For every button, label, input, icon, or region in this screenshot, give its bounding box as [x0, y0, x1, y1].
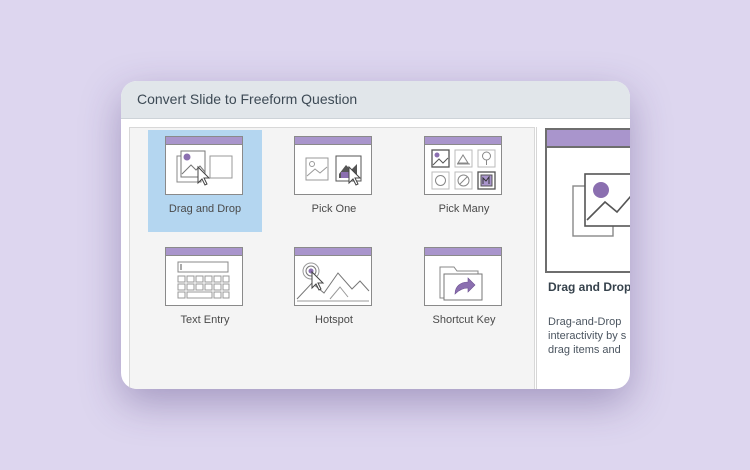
- option-label: Drag and Drop: [168, 203, 242, 215]
- convert-slide-dialog: Convert Slide to Freeform Question Drag …: [121, 81, 630, 389]
- preview-description-line: interactivity by s: [548, 330, 627, 342]
- option-hotspot[interactable]: Hotspot: [277, 241, 391, 343]
- hotspot-icon: [294, 247, 372, 306]
- option-label: Hotspot: [315, 314, 353, 326]
- option-shortcut-key[interactable]: Shortcut Key: [407, 241, 521, 343]
- preview-title: Drag and Drop: [548, 280, 630, 294]
- preview-description: Drag-and-Drop interactivity by s drag it…: [548, 315, 630, 357]
- option-drag-and-drop[interactable]: Drag and Drop: [148, 130, 262, 232]
- preview-description-line: drag items and: [548, 344, 621, 356]
- dialog-titlebar: Convert Slide to Freeform Question: [121, 81, 630, 119]
- drag-and-drop-icon: [165, 136, 243, 195]
- question-type-grid: Drag and Drop Pick One Pick Many Text En…: [129, 127, 535, 389]
- drag-and-drop-preview-icon: [545, 128, 630, 273]
- text-entry-icon: [165, 247, 243, 306]
- preview-divider: [536, 127, 537, 389]
- option-label: Shortcut Key: [432, 314, 496, 326]
- option-label: Pick Many: [438, 203, 490, 215]
- option-label: Text Entry: [180, 314, 230, 326]
- pick-one-icon: [294, 136, 372, 195]
- preview-description-line: Drag-and-Drop: [548, 316, 622, 328]
- option-pick-many[interactable]: Pick Many: [407, 130, 521, 232]
- pick-many-icon: [424, 136, 502, 195]
- option-pick-one[interactable]: Pick One: [277, 130, 391, 232]
- option-label: Pick One: [311, 203, 357, 215]
- shortcut-key-icon: [424, 247, 502, 306]
- dialog-title: Convert Slide to Freeform Question: [137, 91, 358, 107]
- option-text-entry[interactable]: Text Entry: [148, 241, 262, 343]
